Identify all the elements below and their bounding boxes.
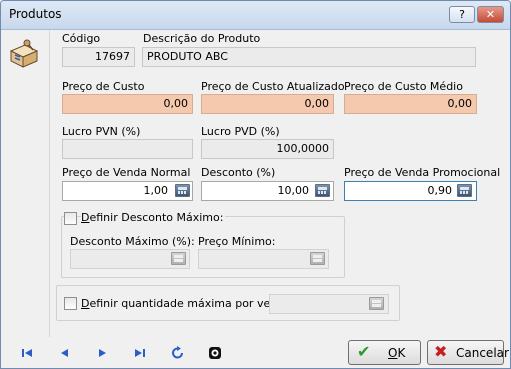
discount-label: Desconto (%) bbox=[201, 166, 276, 179]
title-bar: Produtos ? ✕ bbox=[1, 1, 510, 30]
normal-price-field[interactable]: 1,00 bbox=[62, 181, 193, 201]
check-icon: ✔ bbox=[357, 342, 371, 361]
bottom-toolbar: ✔ OK ✖ Cancelar bbox=[1, 337, 510, 368]
profit-pvn-label: Lucro PVN (%) bbox=[62, 125, 141, 138]
normal-price-calculator-icon[interactable] bbox=[175, 184, 190, 197]
max-quantity-checkbox[interactable] bbox=[64, 297, 77, 310]
cost-price-field[interactable]: 0,00 bbox=[62, 94, 193, 114]
record-target-icon[interactable] bbox=[207, 346, 223, 360]
close-button[interactable]: ✕ bbox=[477, 6, 504, 23]
prev-record-icon[interactable] bbox=[57, 346, 73, 360]
window-title: Produtos bbox=[9, 7, 62, 21]
average-cost-label: Preço de Custo Médio bbox=[344, 80, 463, 93]
cancel-button[interactable]: ✖ Cancelar bbox=[427, 340, 509, 365]
max-discount-percent-label: Desconto Máximo (%): bbox=[70, 235, 195, 248]
profit-pvd-field[interactable]: 100,0000 bbox=[201, 139, 334, 159]
cost-price-label: Preço de Custo bbox=[62, 80, 145, 93]
ok-button[interactable]: ✔ OK bbox=[348, 340, 421, 365]
max-quantity-checkbox-label[interactable]: Definir quantidade máxima por venda: bbox=[81, 297, 295, 310]
promo-price-label: Preço de Venda Promocional bbox=[344, 166, 501, 179]
last-record-icon[interactable] bbox=[132, 346, 148, 360]
description-label: Descrição do Produto bbox=[143, 32, 261, 45]
ok-label-rest: K bbox=[397, 346, 406, 360]
discount-calculator-icon[interactable] bbox=[315, 184, 330, 197]
cancel-x-icon: ✖ bbox=[434, 342, 448, 361]
cancel-button-label: Cancelar bbox=[456, 346, 509, 360]
profit-pvd-label: Lucro PVD (%) bbox=[201, 125, 280, 138]
promo-price-calculator-icon[interactable] bbox=[457, 184, 472, 197]
average-cost-field[interactable]: 0,00 bbox=[344, 94, 477, 114]
normal-price-label: Preço de Venda Normal bbox=[62, 166, 191, 179]
max-quantity-label-text: efinir quantidade máxima por venda: bbox=[89, 297, 295, 310]
product-window: Produtos ? ✕ Código 17697 Descrição do P… bbox=[0, 0, 511, 369]
help-button[interactable]: ? bbox=[449, 6, 475, 23]
max-quantity-calculator-icon bbox=[369, 297, 384, 310]
ok-button-label: OK bbox=[388, 346, 405, 360]
max-discount-checkbox[interactable] bbox=[64, 212, 77, 225]
max-discount-checkbox-label[interactable]: Definir Desconto Máximo: bbox=[81, 211, 226, 224]
max-discount-label-text: efinir Desconto Máximo: bbox=[89, 211, 224, 224]
next-record-icon[interactable] bbox=[94, 346, 110, 360]
max-discount-calculator-icon bbox=[171, 252, 186, 265]
description-field[interactable]: PRODUTO ABC bbox=[142, 47, 476, 67]
refresh-icon[interactable] bbox=[170, 346, 186, 360]
product-box-icon bbox=[9, 39, 39, 68]
code-label: Código bbox=[62, 32, 101, 45]
profit-pvn-field[interactable] bbox=[62, 139, 193, 159]
min-price-calculator-icon bbox=[310, 252, 325, 265]
code-field[interactable]: 17697 bbox=[62, 47, 135, 67]
first-record-icon[interactable] bbox=[19, 346, 35, 360]
min-price-label: Preço Mínimo: bbox=[198, 235, 276, 248]
updated-cost-field[interactable]: 0,00 bbox=[201, 94, 334, 114]
updated-cost-label: Preço de Custo Atualizado bbox=[201, 80, 345, 93]
